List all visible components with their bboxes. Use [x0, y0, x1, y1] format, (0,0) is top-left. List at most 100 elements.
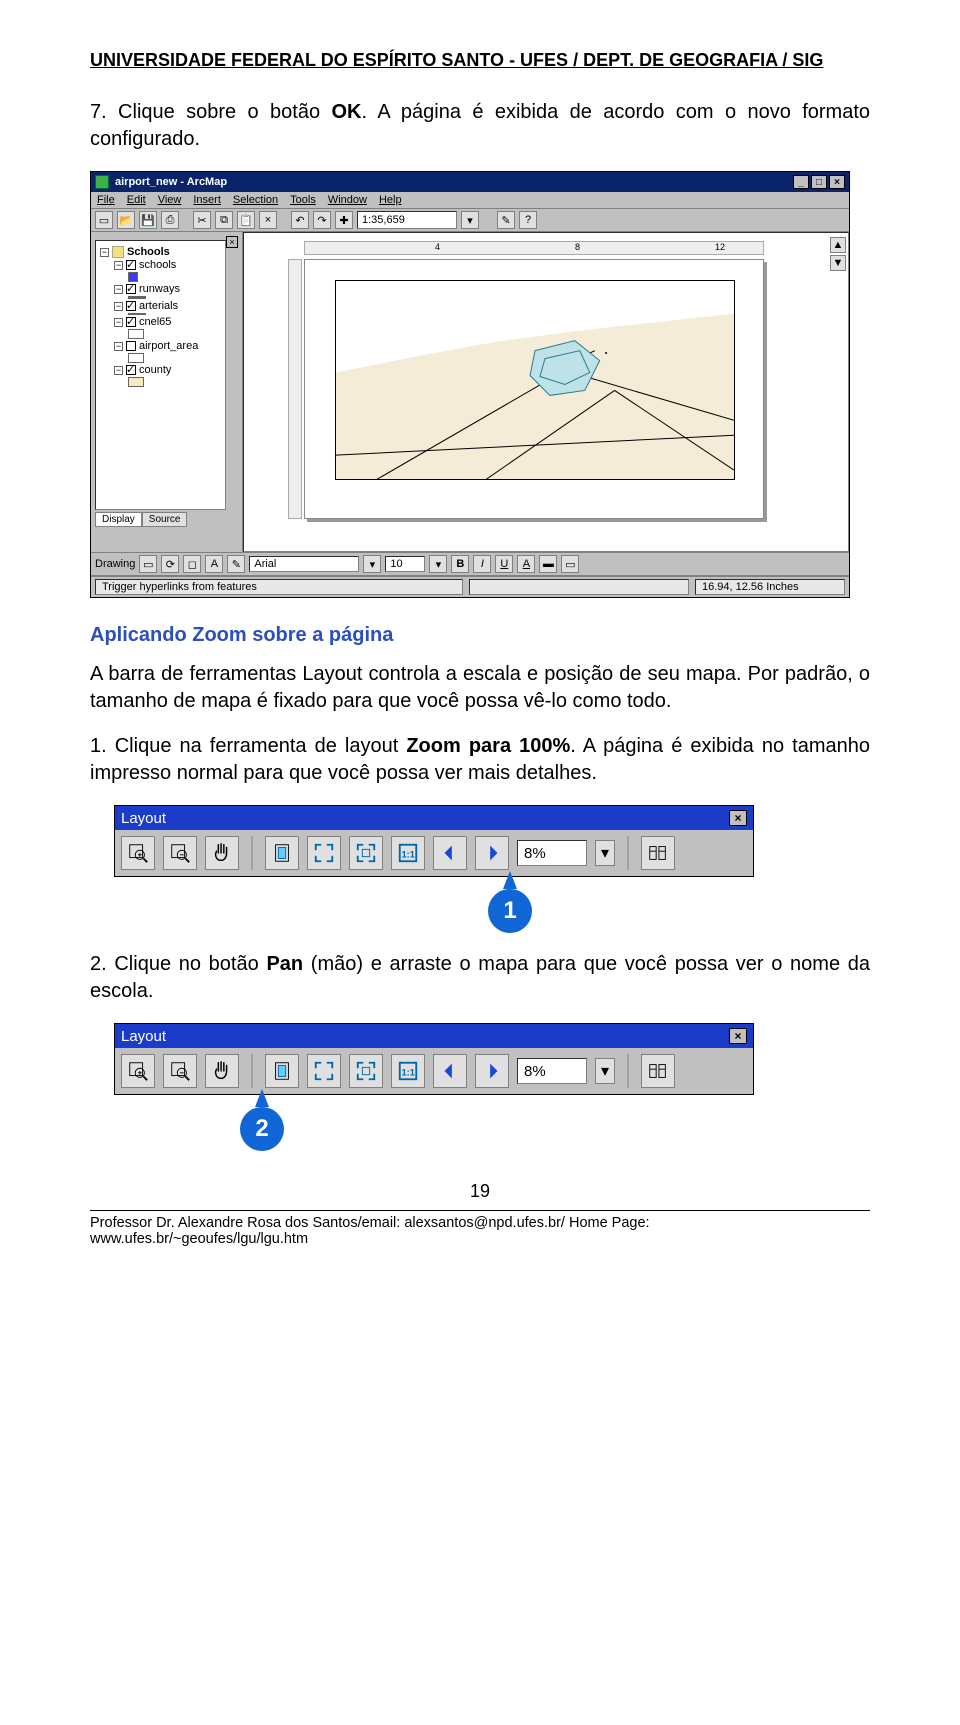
go-back-extent-button[interactable] — [433, 836, 467, 870]
layer-checkbox[interactable] — [126, 260, 136, 270]
add-data-button[interactable]: ✚ — [335, 211, 353, 229]
status-bar: Trigger hyperlinks from features 16.94, … — [91, 576, 849, 597]
zoom-percent-input[interactable]: 8% — [517, 1058, 587, 1084]
toc-tab-display[interactable]: Display — [95, 512, 142, 527]
draw-shape-button[interactable]: ◻ — [183, 555, 201, 573]
pan-page-button[interactable] — [205, 836, 239, 870]
layout-toolbar-2: Layout × 1:1 8% ▾ — [114, 1023, 754, 1095]
map-frame[interactable]: ▪ — [335, 280, 735, 480]
close-button[interactable]: × — [829, 175, 845, 189]
tree-collapse-icon[interactable]: − — [114, 318, 123, 327]
print-button[interactable]: ⎙ — [161, 211, 179, 229]
toc-tree[interactable]: −Schools −schools −runways −arterials −c… — [95, 240, 226, 510]
bold-button[interactable]: B — [451, 555, 469, 573]
menu-insert[interactable]: Insert — [193, 194, 221, 206]
vertical-ruler — [288, 259, 302, 519]
cut-button[interactable]: ✂ — [193, 211, 211, 229]
menu-file[interactable]: File — [97, 194, 115, 206]
maximize-button[interactable]: □ — [811, 175, 827, 189]
line-color-button[interactable]: ▭ — [561, 555, 579, 573]
tree-collapse-icon[interactable]: − — [114, 366, 123, 375]
font-dropdown[interactable]: ▾ — [363, 555, 381, 573]
new-button[interactable]: ▭ — [95, 211, 113, 229]
save-button[interactable]: 💾 — [139, 211, 157, 229]
fill-color-button[interactable]: ▬ — [539, 555, 557, 573]
layout-toolbar-close-button[interactable]: × — [729, 810, 747, 826]
zoom-percent-dropdown[interactable]: ▾ — [595, 840, 615, 866]
pan-page-button[interactable] — [205, 1054, 239, 1088]
layer-name: cnel65 — [139, 316, 171, 328]
go-back-extent-button[interactable] — [433, 1054, 467, 1088]
redo-button[interactable]: ↷ — [313, 211, 331, 229]
scroll-up-button[interactable]: ▲ — [830, 237, 846, 253]
layer-checkbox[interactable] — [126, 341, 136, 351]
zoom-in-page-button[interactable] — [121, 1054, 155, 1088]
tree-collapse-icon[interactable]: − — [114, 261, 123, 270]
toggle-draft-mode-button[interactable] — [641, 1054, 675, 1088]
paragraph-step2: 2. Clique no botão Pan (mão) e arraste o… — [90, 951, 870, 1005]
menu-selection[interactable]: Selection — [233, 194, 278, 206]
font-size-input[interactable]: 10 — [385, 556, 425, 572]
menu-tools[interactable]: Tools — [290, 194, 316, 206]
minimize-button[interactable]: _ — [793, 175, 809, 189]
zoom-percent-input[interactable]: 8% — [517, 840, 587, 866]
draw-rotate-button[interactable]: ⟳ — [161, 555, 179, 573]
font-select[interactable]: Arial — [249, 556, 359, 572]
toggle-draft-mode-button[interactable] — [641, 836, 675, 870]
font-color-button[interactable]: A — [517, 555, 535, 573]
scale-dropdown[interactable]: ▾ — [461, 211, 479, 229]
go-forward-extent-button[interactable] — [475, 836, 509, 870]
toolbar-separator — [251, 836, 253, 870]
editor-toolbar-button[interactable]: ✎ — [497, 211, 515, 229]
draw-text-button[interactable]: A — [205, 555, 223, 573]
menu-view[interactable]: View — [158, 194, 182, 206]
zoom-out-page-button[interactable] — [163, 836, 197, 870]
scroll-down-button[interactable]: ▼ — [830, 255, 846, 271]
layer-checkbox[interactable] — [126, 301, 136, 311]
fixed-zoom-in-button[interactable] — [307, 1054, 341, 1088]
footer-text: Professor Dr. Alexandre Rosa dos Santos/… — [90, 1215, 870, 1247]
menu-window[interactable]: Window — [328, 194, 367, 206]
layer-checkbox[interactable] — [126, 284, 136, 294]
text: 7. Clique sobre o botão — [90, 101, 331, 123]
fixed-zoom-out-button[interactable] — [349, 1054, 383, 1088]
draw-edit-button[interactable]: ✎ — [227, 555, 245, 573]
go-forward-extent-button[interactable] — [475, 1054, 509, 1088]
delete-button[interactable]: × — [259, 211, 277, 229]
menu-help[interactable]: Help — [379, 194, 402, 206]
draw-select-button[interactable]: ▭ — [139, 555, 157, 573]
layout-view[interactable]: 4 8 12 — [243, 232, 849, 552]
toolbar-separator — [251, 1054, 253, 1088]
copy-button[interactable]: ⧉ — [215, 211, 233, 229]
layer-checkbox[interactable] — [126, 365, 136, 375]
toc-close-button[interactable]: × — [226, 236, 238, 248]
zoom-100-button[interactable]: 1:1 — [391, 836, 425, 870]
zoom-whole-page-button[interactable] — [265, 1054, 299, 1088]
italic-button[interactable]: I — [473, 555, 491, 573]
help-button[interactable]: ? — [519, 211, 537, 229]
fixed-zoom-out-button[interactable] — [349, 836, 383, 870]
zoom-out-page-button[interactable] — [163, 1054, 197, 1088]
tree-collapse-icon[interactable]: − — [114, 302, 123, 311]
zoom-percent-dropdown[interactable]: ▾ — [595, 1058, 615, 1084]
underline-button[interactable]: U — [495, 555, 513, 573]
paste-button[interactable]: 📋 — [237, 211, 255, 229]
open-button[interactable]: 📂 — [117, 211, 135, 229]
scale-input[interactable]: 1:35,659 — [357, 211, 457, 229]
undo-button[interactable]: ↶ — [291, 211, 309, 229]
tree-collapse-icon[interactable]: − — [114, 285, 123, 294]
zoom-whole-page-button[interactable] — [265, 836, 299, 870]
zoom-100-button[interactable]: 1:1 — [391, 1054, 425, 1088]
fixed-zoom-in-button[interactable] — [307, 836, 341, 870]
toolbar-separator — [627, 836, 629, 870]
layout-toolbar-close-button[interactable]: × — [729, 1028, 747, 1044]
layer-checkbox[interactable] — [126, 317, 136, 327]
toc-tab-source[interactable]: Source — [142, 512, 188, 527]
menu-edit[interactable]: Edit — [127, 194, 146, 206]
paragraph-step7: 7. Clique sobre o botão OK. A página é e… — [90, 99, 870, 153]
layer-name: schools — [139, 259, 176, 271]
tree-collapse-icon[interactable]: − — [100, 248, 109, 257]
zoom-in-page-button[interactable] — [121, 836, 155, 870]
font-size-dropdown[interactable]: ▾ — [429, 555, 447, 573]
tree-collapse-icon[interactable]: − — [114, 342, 123, 351]
